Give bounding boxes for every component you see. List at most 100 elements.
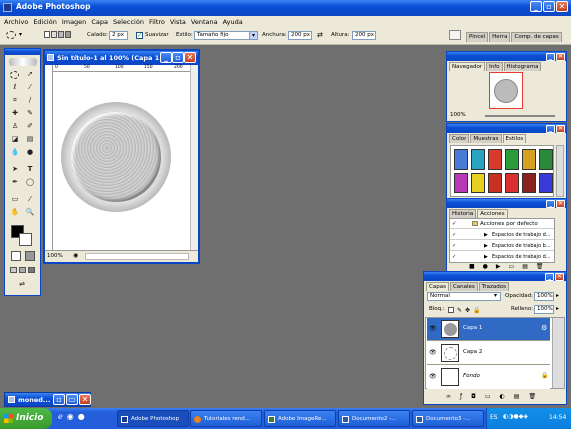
eye-icon[interactable]: 👁 [429, 349, 437, 356]
taskbar-button-documento3[interactable]: Documento3 -... [412, 410, 484, 427]
opacity-input[interactable]: 100% [534, 292, 554, 301]
menu-edicion[interactable]: Edición [33, 18, 57, 26]
adjustment-icon[interactable]: ◐ [500, 393, 505, 400]
action-set-row[interactable]: ✓ Acciones por defecto [450, 219, 554, 229]
media-icon[interactable]: ◉ [67, 412, 74, 421]
marquee-tool-icon[interactable] [10, 71, 19, 79]
crop-tool-icon[interactable]: ⌗ [10, 95, 20, 105]
magic-wand-tool-icon[interactable]: ⁄ [25, 82, 35, 92]
tab-acciones[interactable]: Acciones [477, 209, 508, 218]
move-tool-icon[interactable]: ➚ [25, 69, 35, 79]
tab-muestras[interactable]: Muestras [470, 134, 502, 143]
tray-icons[interactable]: ◐◑●◆◈ [503, 413, 528, 420]
min-restore-button[interactable]: ▫ [53, 394, 65, 405]
antialias-checkbox[interactable]: ✓ [136, 32, 143, 39]
navigator-zoom-slider[interactable] [485, 115, 555, 117]
language-indicator[interactable]: ES [490, 414, 498, 421]
style-select[interactable]: Tamaño fijo [194, 31, 256, 40]
expand-arrow-icon[interactable]: ▶ [484, 230, 488, 240]
height-input[interactable]: 200 px [352, 31, 376, 40]
hand-tool-icon[interactable]: ✋ [10, 207, 20, 217]
min-close-button[interactable]: ✕ [79, 394, 91, 405]
style-swatch[interactable] [522, 172, 536, 193]
actions-close-button[interactable]: ✕ [556, 200, 565, 208]
fill-input[interactable]: 100% [534, 305, 554, 314]
check-icon[interactable]: ✓ [452, 230, 456, 240]
styles-close-button[interactable]: ✕ [556, 125, 565, 133]
history-brush-tool-icon[interactable]: ✐ [25, 121, 35, 131]
eye-icon[interactable]: 👁 [429, 373, 437, 380]
background-color-swatch[interactable] [19, 233, 32, 246]
style-swatch[interactable] [454, 172, 468, 193]
layer-style-icon[interactable]: ƒ [460, 393, 462, 400]
doc-maximize-button[interactable]: ▫ [172, 52, 184, 63]
style-swatch[interactable] [522, 149, 536, 170]
swap-icon[interactable]: ⇄ [317, 31, 323, 39]
navigator-close-button[interactable]: ✕ [556, 53, 565, 61]
clone-stamp-tool-icon[interactable]: ♙ [10, 121, 20, 131]
link-icon[interactable]: ∞ [446, 393, 451, 400]
check-icon[interactable]: ✓ [452, 241, 456, 251]
blur-tool-icon[interactable]: 💧 [10, 147, 20, 157]
menu-filtro[interactable]: Filtro [149, 18, 165, 26]
selection-mode-icons[interactable] [44, 31, 74, 40]
tab-comp-capas[interactable]: Comp. de capas [511, 32, 562, 42]
navigator-preview[interactable] [489, 72, 523, 109]
pen-tool-icon[interactable]: ✒ [10, 177, 20, 187]
min-maximize-button[interactable]: ▭ [66, 394, 78, 405]
style-swatch[interactable] [471, 149, 485, 170]
layer-row-fondo[interactable]: 👁 Fondo 🔒 [427, 366, 550, 389]
fill-arrow-icon[interactable]: ▸ [556, 305, 559, 312]
stop-icon[interactable]: ■ [469, 263, 475, 270]
style-swatch[interactable] [539, 172, 553, 193]
taskbar-button-imageready[interactable]: Adobe ImageRe... [264, 410, 336, 427]
styles-minimize-button[interactable]: _ [546, 125, 555, 133]
status-arrow-icon[interactable]: ◉ [73, 252, 78, 259]
start-button[interactable]: Inicio [0, 408, 52, 429]
menu-vista[interactable]: Vista [170, 18, 186, 26]
actions-minimize-button[interactable]: _ [546, 200, 555, 208]
zoom-level[interactable]: 100% [47, 253, 63, 259]
path-selection-tool-icon[interactable]: ➤ [10, 164, 20, 174]
taskbar-button-tutoriales[interactable]: Tutoriales rend... [190, 410, 262, 427]
style-swatch[interactable] [505, 149, 519, 170]
expand-arrow-icon[interactable]: ▶ [484, 241, 488, 251]
layers-scrollbar[interactable] [552, 318, 564, 388]
action-row[interactable]: ✓ ▶ Espacios de trabajo d... [450, 252, 554, 262]
ie-icon[interactable]: ℯ [58, 412, 63, 421]
screen-mode-icons[interactable] [10, 267, 35, 273]
gradient-tool-icon[interactable]: ▤ [25, 134, 35, 144]
layer-row-capa-1[interactable]: 👁 Capa 1 ⚙ [427, 318, 550, 341]
lasso-tool-icon[interactable]: ℓ [10, 82, 20, 92]
menu-archivo[interactable]: Archivo [4, 18, 28, 26]
play-icon[interactable]: ▶ [496, 263, 501, 270]
style-swatch[interactable] [488, 172, 502, 193]
type-tool-icon[interactable]: T [25, 164, 35, 174]
firefox-icon[interactable]: ● [78, 412, 85, 421]
tab-color[interactable]: Color [449, 134, 470, 143]
menu-capa[interactable]: Capa [91, 18, 108, 26]
close-button[interactable]: ✕ [556, 1, 568, 12]
layers-close-button[interactable]: ✕ [555, 273, 564, 281]
eyedropper-tool-icon[interactable]: ⁄ [25, 194, 35, 204]
layer-effects-icon[interactable]: ⚙ [541, 324, 547, 332]
navigator-minimize-button[interactable]: _ [546, 53, 555, 61]
doc-minimize-button[interactable]: _ [160, 52, 172, 63]
doc-close-button[interactable]: ✕ [184, 52, 196, 63]
action-row[interactable]: ✓ ▶ Espacios de trabajo b... [450, 241, 554, 251]
record-icon[interactable]: ● [483, 263, 488, 270]
menu-seleccion[interactable]: Selección [113, 18, 144, 26]
zoom-tool-icon[interactable]: 🔍 [25, 207, 35, 217]
taskbar-button-documento2[interactable]: Documento2 -... [338, 410, 410, 427]
shape-tool-icon[interactable]: ◯ [25, 177, 35, 187]
mask-icon[interactable]: ◘ [471, 393, 476, 400]
elliptical-marquee-icon[interactable] [6, 31, 16, 39]
lock-icons[interactable]: ✎ ✥ 🔒 [448, 307, 481, 314]
tab-info[interactable]: Info [486, 62, 503, 71]
width-input[interactable]: 200 px [288, 31, 312, 40]
feather-input[interactable]: 2 px [109, 31, 128, 40]
canvas[interactable] [53, 72, 190, 252]
jump-to-imageready-icon[interactable]: ⇌ [12, 279, 32, 289]
restore-button[interactable]: ▫ [543, 1, 555, 12]
notes-tool-icon[interactable]: ▭ [10, 194, 20, 204]
